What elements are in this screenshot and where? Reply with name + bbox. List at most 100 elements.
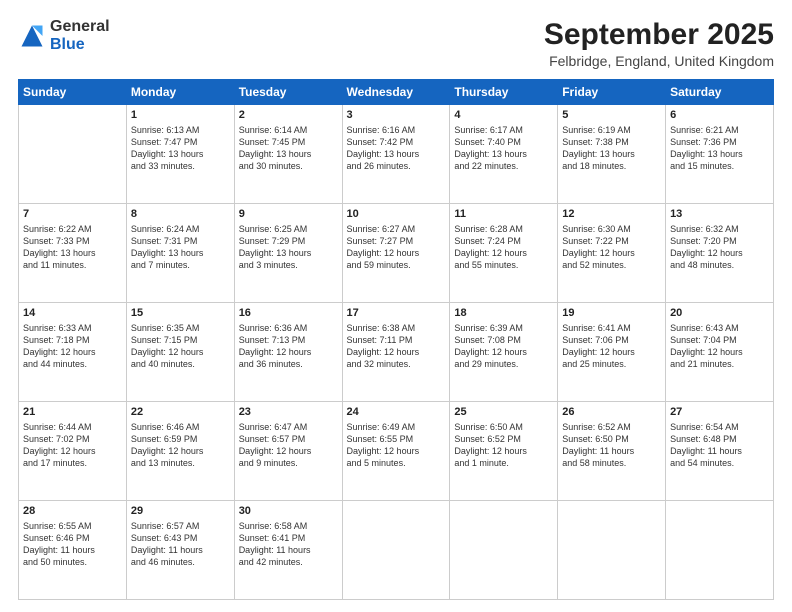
day-info-text: Daylight: 13 hours — [347, 148, 446, 160]
day-info-text: Sunset: 6:55 PM — [347, 433, 446, 445]
day-info-text: Daylight: 11 hours — [562, 445, 661, 457]
day-info-text: Sunrise: 6:49 AM — [347, 421, 446, 433]
day-info-text: and 25 minutes. — [562, 358, 661, 370]
col-friday: Friday — [558, 80, 666, 105]
day-number: 27 — [670, 405, 769, 420]
day-info-text: Daylight: 13 hours — [131, 148, 230, 160]
table-row: 4Sunrise: 6:17 AMSunset: 7:40 PMDaylight… — [450, 105, 558, 204]
calendar-table: Sunday Monday Tuesday Wednesday Thursday… — [18, 79, 774, 600]
day-info-text: and 40 minutes. — [131, 358, 230, 370]
day-info-text: Daylight: 12 hours — [347, 247, 446, 259]
day-info-text: and 32 minutes. — [347, 358, 446, 370]
day-number: 28 — [23, 504, 122, 519]
table-row: 25Sunrise: 6:50 AMSunset: 6:52 PMDayligh… — [450, 402, 558, 501]
calendar-week-row: 1Sunrise: 6:13 AMSunset: 7:47 PMDaylight… — [19, 105, 774, 204]
day-info-text: Sunset: 6:46 PM — [23, 532, 122, 544]
day-info-text: Sunrise: 6:27 AM — [347, 223, 446, 235]
day-info-text: Daylight: 12 hours — [131, 346, 230, 358]
day-info-text: Daylight: 12 hours — [670, 346, 769, 358]
day-info-text: Sunset: 7:38 PM — [562, 136, 661, 148]
day-info-text: Sunrise: 6:44 AM — [23, 421, 122, 433]
col-tuesday: Tuesday — [234, 80, 342, 105]
day-info-text: Sunrise: 6:54 AM — [670, 421, 769, 433]
table-row: 1Sunrise: 6:13 AMSunset: 7:47 PMDaylight… — [126, 105, 234, 204]
day-number: 15 — [131, 306, 230, 321]
logo-icon — [18, 22, 46, 50]
table-row: 27Sunrise: 6:54 AMSunset: 6:48 PMDayligh… — [666, 402, 774, 501]
day-number: 30 — [239, 504, 338, 519]
day-info-text: and 15 minutes. — [670, 160, 769, 172]
day-info-text: Daylight: 12 hours — [347, 346, 446, 358]
day-info-text: Daylight: 13 hours — [131, 247, 230, 259]
table-row: 30Sunrise: 6:58 AMSunset: 6:41 PMDayligh… — [234, 501, 342, 600]
day-info-text: Sunrise: 6:33 AM — [23, 322, 122, 334]
table-row: 19Sunrise: 6:41 AMSunset: 7:06 PMDayligh… — [558, 303, 666, 402]
day-info-text: Daylight: 12 hours — [23, 346, 122, 358]
day-info-text: Daylight: 12 hours — [454, 247, 553, 259]
day-info-text: Sunrise: 6:52 AM — [562, 421, 661, 433]
calendar-week-row: 14Sunrise: 6:33 AMSunset: 7:18 PMDayligh… — [19, 303, 774, 402]
day-info-text: Sunset: 7:11 PM — [347, 334, 446, 346]
day-info-text: Daylight: 12 hours — [454, 346, 553, 358]
day-info-text: Sunset: 7:20 PM — [670, 235, 769, 247]
table-row: 24Sunrise: 6:49 AMSunset: 6:55 PMDayligh… — [342, 402, 450, 501]
col-wednesday: Wednesday — [342, 80, 450, 105]
day-info-text: Sunset: 7:31 PM — [131, 235, 230, 247]
day-number: 11 — [454, 207, 553, 222]
table-row: 12Sunrise: 6:30 AMSunset: 7:22 PMDayligh… — [558, 204, 666, 303]
day-info-text: Daylight: 12 hours — [131, 445, 230, 457]
day-info-text: Sunset: 7:24 PM — [454, 235, 553, 247]
day-info-text: and 3 minutes. — [239, 259, 338, 271]
table-row: 10Sunrise: 6:27 AMSunset: 7:27 PMDayligh… — [342, 204, 450, 303]
day-info-text: and 1 minute. — [454, 457, 553, 469]
day-info-text: and 17 minutes. — [23, 457, 122, 469]
day-info-text: and 21 minutes. — [670, 358, 769, 370]
day-info-text: Sunset: 6:48 PM — [670, 433, 769, 445]
day-info-text: Sunrise: 6:39 AM — [454, 322, 553, 334]
day-number: 4 — [454, 108, 553, 123]
day-number: 25 — [454, 405, 553, 420]
day-info-text: Sunset: 7:40 PM — [454, 136, 553, 148]
day-info-text: Sunset: 7:22 PM — [562, 235, 661, 247]
table-row: 3Sunrise: 6:16 AMSunset: 7:42 PMDaylight… — [342, 105, 450, 204]
day-info-text: Daylight: 11 hours — [670, 445, 769, 457]
table-row: 2Sunrise: 6:14 AMSunset: 7:45 PMDaylight… — [234, 105, 342, 204]
day-info-text: Daylight: 12 hours — [347, 445, 446, 457]
table-row: 15Sunrise: 6:35 AMSunset: 7:15 PMDayligh… — [126, 303, 234, 402]
day-info-text: Sunrise: 6:58 AM — [239, 520, 338, 532]
day-info-text: Sunset: 6:43 PM — [131, 532, 230, 544]
day-number: 3 — [347, 108, 446, 123]
table-row: 6Sunrise: 6:21 AMSunset: 7:36 PMDaylight… — [666, 105, 774, 204]
day-info-text: Sunrise: 6:22 AM — [23, 223, 122, 235]
day-number: 19 — [562, 306, 661, 321]
col-monday: Monday — [126, 80, 234, 105]
table-row: 17Sunrise: 6:38 AMSunset: 7:11 PMDayligh… — [342, 303, 450, 402]
table-row: 9Sunrise: 6:25 AMSunset: 7:29 PMDaylight… — [234, 204, 342, 303]
table-row — [342, 501, 450, 600]
table-row: 14Sunrise: 6:33 AMSunset: 7:18 PMDayligh… — [19, 303, 127, 402]
table-row: 8Sunrise: 6:24 AMSunset: 7:31 PMDaylight… — [126, 204, 234, 303]
day-info-text: Sunrise: 6:38 AM — [347, 322, 446, 334]
day-info-text: Sunset: 6:57 PM — [239, 433, 338, 445]
day-number: 20 — [670, 306, 769, 321]
title-block: September 2025 Felbridge, England, Unite… — [544, 18, 774, 69]
day-number: 26 — [562, 405, 661, 420]
day-info-text: and 22 minutes. — [454, 160, 553, 172]
day-info-text: Sunrise: 6:35 AM — [131, 322, 230, 334]
table-row: 26Sunrise: 6:52 AMSunset: 6:50 PMDayligh… — [558, 402, 666, 501]
day-info-text: Sunrise: 6:30 AM — [562, 223, 661, 235]
day-number: 17 — [347, 306, 446, 321]
day-info-text: and 9 minutes. — [239, 457, 338, 469]
day-info-text: Sunset: 6:41 PM — [239, 532, 338, 544]
day-info-text: Sunrise: 6:21 AM — [670, 124, 769, 136]
day-info-text: Sunrise: 6:32 AM — [670, 223, 769, 235]
day-info-text: and 36 minutes. — [239, 358, 338, 370]
table-row: 11Sunrise: 6:28 AMSunset: 7:24 PMDayligh… — [450, 204, 558, 303]
day-info-text: Sunrise: 6:28 AM — [454, 223, 553, 235]
day-info-text: Sunrise: 6:43 AM — [670, 322, 769, 334]
day-info-text: and 50 minutes. — [23, 556, 122, 568]
day-info-text: Daylight: 12 hours — [670, 247, 769, 259]
day-info-text: and 44 minutes. — [23, 358, 122, 370]
table-row — [450, 501, 558, 600]
day-info-text: and 33 minutes. — [131, 160, 230, 172]
